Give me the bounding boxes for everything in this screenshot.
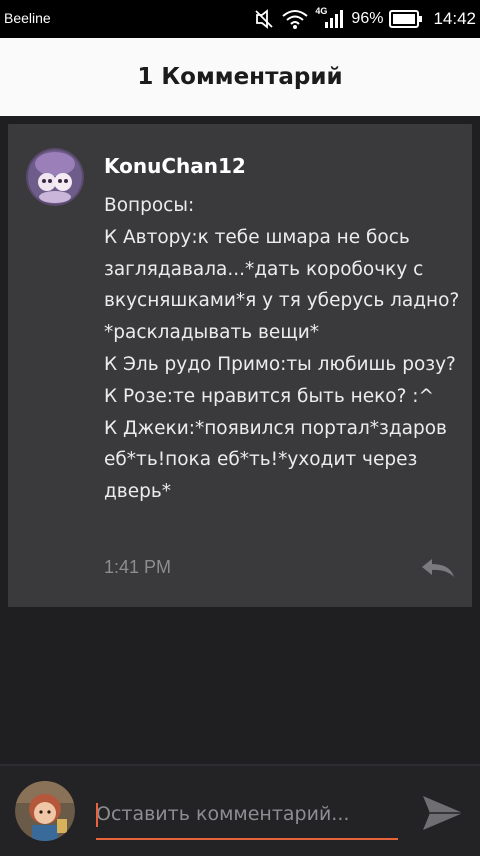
page-header: 1 Комментарий — [0, 38, 480, 116]
comment-timestamp: 1:41 PM — [104, 557, 172, 577]
status-bar: Beeline 4G 96% 14:42 — [0, 0, 480, 38]
user-avatar[interactable] — [15, 781, 75, 841]
carrier-name: Beeline — [4, 10, 51, 26]
comment-composer — [0, 764, 480, 856]
comment-card: KonuChan12 Вопросы: К Автору:к тебе шмар… — [8, 124, 472, 607]
battery-percent: 96% — [351, 10, 384, 27]
send-button[interactable] — [420, 790, 466, 836]
comment-input-wrapper[interactable] — [96, 794, 398, 840]
status-icons: 4G 96% 14:42 — [253, 0, 476, 38]
avatar[interactable] — [26, 148, 84, 206]
comment-author[interactable]: KonuChan12 — [104, 154, 246, 178]
comment-input[interactable] — [96, 794, 398, 834]
reply-icon[interactable] — [420, 555, 456, 581]
network-type: 4G — [315, 6, 328, 16]
send-icon — [423, 796, 463, 830]
battery-icon — [389, 10, 423, 28]
comment-body: Вопросы: К Автору:к тебе шмара не бось з… — [104, 195, 460, 503]
page-title: 1 Комментарий — [137, 64, 343, 90]
clock: 14:42 — [433, 9, 476, 28]
text-cursor — [96, 803, 98, 827]
wifi-icon — [281, 8, 309, 30]
signal-icon: 4G — [315, 6, 344, 30]
mute-icon — [253, 8, 275, 30]
